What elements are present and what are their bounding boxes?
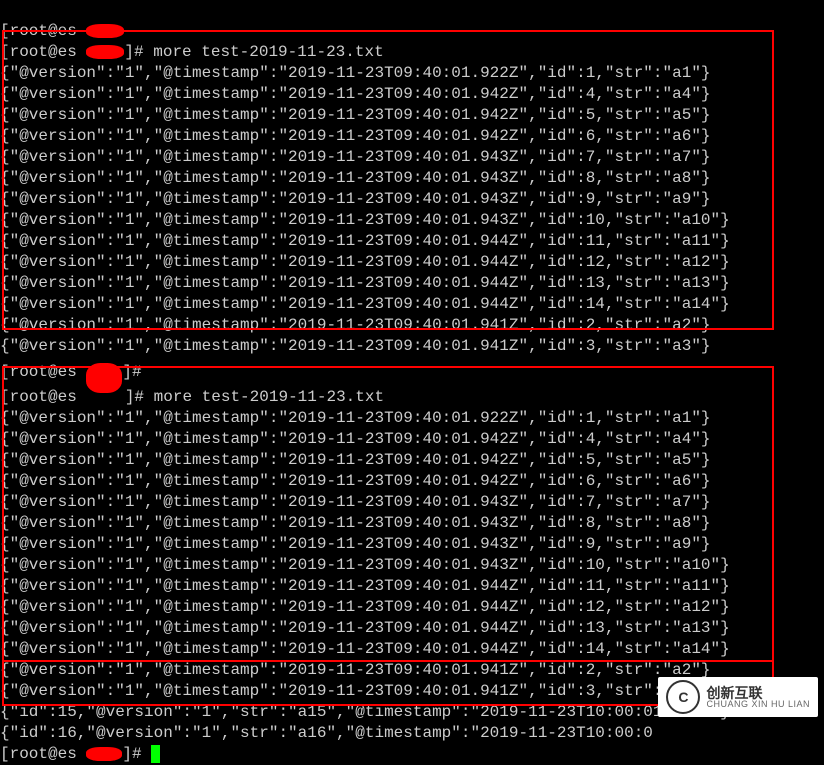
output-line: {"@version":"1","@timestamp":"2019-11-23… bbox=[0, 472, 711, 490]
prompt-line-1: [root@es ]# more test-2019-11-23.txt bbox=[0, 43, 384, 61]
watermark-en: CHUANG XIN HU LIAN bbox=[706, 700, 810, 709]
output-line: {"@version":"1","@timestamp":"2019-11-23… bbox=[0, 211, 730, 229]
prompt-prefix: [root@es bbox=[0, 745, 86, 763]
output-line: {"@version":"1","@timestamp":"2019-11-23… bbox=[0, 169, 711, 187]
output-line: {"@version":"1","@timestamp":"2019-11-23… bbox=[0, 640, 730, 658]
output-line: {"@version":"1","@timestamp":"2019-11-23… bbox=[0, 514, 711, 532]
output-line: {"@version":"1","@timestamp":"2019-11-23… bbox=[0, 430, 711, 448]
prompt-suffix: ]# bbox=[122, 363, 151, 381]
terminal[interactable]: [root@es [root@es ]# more test-2019-11-2… bbox=[0, 0, 824, 765]
output-line: {"id":15,"@version":"1","str":"a15","@ti… bbox=[0, 703, 730, 721]
command-text: more test-2019-11-23.txt bbox=[153, 43, 383, 61]
output-line: {"@version":"1","@timestamp":"2019-11-23… bbox=[0, 274, 730, 292]
output-line: {"@version":"1","@timestamp":"2019-11-23… bbox=[0, 127, 711, 145]
output-line: {"@version":"1","@timestamp":"2019-11-23… bbox=[0, 337, 711, 355]
watermark: C 创新互联 CHUANG XIN HU LIAN bbox=[658, 677, 818, 717]
cursor bbox=[151, 745, 160, 763]
prompt-prefix: [root@es bbox=[0, 22, 86, 40]
watermark-text: 创新互联 CHUANG XIN HU LIAN bbox=[706, 686, 810, 709]
redaction-mark bbox=[86, 747, 122, 761]
prompt-line-0: [root@es bbox=[0, 22, 124, 40]
output-line: {"@version":"1","@timestamp":"2019-11-23… bbox=[0, 409, 711, 427]
prompt-suffix: ]# bbox=[124, 43, 153, 61]
output-line: {"@version":"1","@timestamp":"2019-11-23… bbox=[0, 148, 711, 166]
output-line: {"@version":"1","@timestamp":"2019-11-23… bbox=[0, 535, 711, 553]
redaction-mark bbox=[86, 24, 124, 38]
output-line: {"@version":"1","@timestamp":"2019-11-23… bbox=[0, 253, 730, 271]
output-line: {"@version":"1","@timestamp":"2019-11-23… bbox=[0, 451, 711, 469]
output-line: {"@version":"1","@timestamp":"2019-11-23… bbox=[0, 619, 730, 637]
redaction-mark bbox=[86, 363, 122, 393]
watermark-cn: 创新互联 bbox=[706, 686, 810, 700]
prompt-suffix: ]# bbox=[122, 745, 151, 763]
output-line: {"@version":"1","@timestamp":"2019-11-23… bbox=[0, 190, 711, 208]
prompt-line-2: [root@es ]# bbox=[0, 363, 151, 381]
output-line: {"@version":"1","@timestamp":"2019-11-23… bbox=[0, 682, 711, 700]
output-line: {"@version":"1","@timestamp":"2019-11-23… bbox=[0, 493, 711, 511]
output-line: {"@version":"1","@timestamp":"2019-11-23… bbox=[0, 577, 730, 595]
output-line: {"@version":"1","@timestamp":"2019-11-23… bbox=[0, 85, 711, 103]
prompt-prefix: [root@es bbox=[0, 363, 86, 381]
output-line: {"@version":"1","@timestamp":"2019-11-23… bbox=[0, 232, 730, 250]
output-line: {"@version":"1","@timestamp":"2019-11-23… bbox=[0, 556, 730, 574]
output-line: {"@version":"1","@timestamp":"2019-11-23… bbox=[0, 661, 711, 679]
output-line: {"@version":"1","@timestamp":"2019-11-23… bbox=[0, 106, 711, 124]
prompt-line-3: [root@es ]# more test-2019-11-23.txt bbox=[0, 388, 384, 406]
prompt-prefix: [root@es bbox=[0, 43, 86, 61]
output-line: {"@version":"1","@timestamp":"2019-11-23… bbox=[0, 64, 711, 82]
output-line: {"@version":"1","@timestamp":"2019-11-23… bbox=[0, 598, 730, 616]
output-line: {"@version":"1","@timestamp":"2019-11-23… bbox=[0, 316, 711, 334]
watermark-logo-icon: C bbox=[666, 680, 700, 714]
prompt-prefix: [root@es bbox=[0, 388, 86, 406]
prompt-suffix: ]# bbox=[125, 388, 154, 406]
redaction-mark bbox=[86, 45, 124, 59]
output-line: {"id":16,"@version":"1","str":"a16","@ti… bbox=[0, 724, 653, 742]
command-text: more test-2019-11-23.txt bbox=[154, 388, 384, 406]
output-line: {"@version":"1","@timestamp":"2019-11-23… bbox=[0, 295, 730, 313]
prompt-line-4: [root@es ]# bbox=[0, 745, 160, 763]
